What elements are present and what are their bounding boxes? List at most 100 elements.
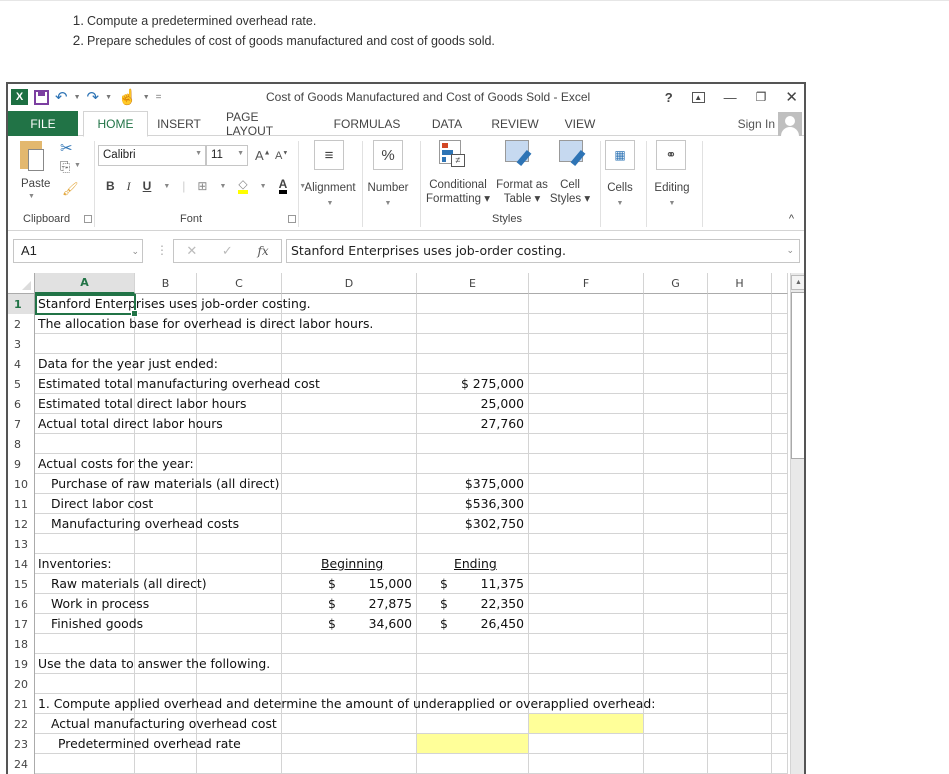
row-header[interactable]: 11	[8, 494, 35, 514]
cell-f5[interactable]	[529, 374, 644, 394]
row-header[interactable]: 15	[8, 574, 35, 594]
save-icon[interactable]	[34, 89, 49, 105]
cell-c11[interactable]	[197, 494, 282, 514]
row-header[interactable]: 22	[8, 714, 35, 734]
cell-d24[interactable]	[282, 754, 417, 774]
select-all-button[interactable]	[8, 273, 35, 294]
cell-x10[interactable]	[772, 474, 788, 494]
row-header[interactable]: 1	[8, 294, 35, 314]
cell-g24[interactable]	[644, 754, 708, 774]
cell-f23[interactable]	[529, 734, 644, 754]
decrease-font-size-icon[interactable]: A▼	[275, 150, 288, 162]
cell-f14[interactable]	[529, 554, 644, 574]
cell-f16[interactable]	[529, 594, 644, 614]
cell-f10[interactable]	[529, 474, 644, 494]
underline-button[interactable]: U	[143, 179, 152, 193]
cell-h23[interactable]	[708, 734, 772, 754]
cell-h21[interactable]	[708, 694, 772, 714]
cell-c16[interactable]	[197, 594, 282, 614]
answer-input-cell[interactable]	[529, 714, 644, 734]
cell-h5[interactable]	[708, 374, 772, 394]
scroll-thumb[interactable]	[791, 292, 804, 459]
copy-dropdown-icon[interactable]: ▼	[74, 162, 81, 169]
cell-a20[interactable]	[35, 674, 135, 694]
cell-e2[interactable]	[417, 314, 529, 334]
cell-h14[interactable]	[708, 554, 772, 574]
scroll-up-icon[interactable]: ▲	[791, 275, 804, 290]
touch-mode-icon[interactable]: ☝	[118, 88, 137, 106]
cell-c3[interactable]	[197, 334, 282, 354]
cell-a3[interactable]	[35, 334, 135, 354]
cell-g4[interactable]	[644, 354, 708, 374]
cell-d20[interactable]	[282, 674, 417, 694]
cell-h24[interactable]	[708, 754, 772, 774]
cell-x9[interactable]	[772, 454, 788, 474]
avatar-icon[interactable]	[778, 111, 802, 136]
cell-x13[interactable]	[772, 534, 788, 554]
cell-h19[interactable]	[708, 654, 772, 674]
cell-x2[interactable]	[772, 314, 788, 334]
cell-x6[interactable]	[772, 394, 788, 414]
cell-f6[interactable]	[529, 394, 644, 414]
alignment-button[interactable]: Alignment ▼	[302, 181, 358, 211]
cell-h12[interactable]	[708, 514, 772, 534]
restore-icon[interactable]: ❐	[756, 90, 767, 104]
formula-bar-grip[interactable]: ⋮	[156, 243, 168, 257]
cell-e9[interactable]	[417, 454, 529, 474]
cell-h4[interactable]	[708, 354, 772, 374]
cell-h11[interactable]	[708, 494, 772, 514]
row-header[interactable]: 5	[8, 374, 35, 394]
touch-dropdown-icon[interactable]: ▼	[143, 94, 150, 101]
underline-dropdown-icon[interactable]: ▼	[163, 183, 170, 190]
tab-home[interactable]: HOME	[83, 111, 148, 137]
cell-e22[interactable]	[417, 714, 529, 734]
cell-h22[interactable]	[708, 714, 772, 734]
number-format-icon[interactable]: %	[373, 140, 403, 170]
cell-c18[interactable]	[197, 634, 282, 654]
cell-g18[interactable]	[644, 634, 708, 654]
cell-x11[interactable]	[772, 494, 788, 514]
cell-d23[interactable]	[282, 734, 417, 754]
cell-x18[interactable]	[772, 634, 788, 654]
cell-f2[interactable]	[529, 314, 644, 334]
row-header[interactable]: 23	[8, 734, 35, 754]
cell-h16[interactable]	[708, 594, 772, 614]
row-header[interactable]: 4	[8, 354, 35, 374]
row-header[interactable]: 6	[8, 394, 35, 414]
cell-x22[interactable]	[772, 714, 788, 734]
increase-font-size-icon[interactable]: A▲	[255, 148, 271, 163]
cell-d22[interactable]	[282, 714, 417, 734]
row-header[interactable]: 17	[8, 614, 35, 634]
column-header-h[interactable]: H	[708, 273, 772, 294]
paste-icon[interactable]	[20, 141, 44, 171]
cell-g20[interactable]	[644, 674, 708, 694]
cell-f1[interactable]	[529, 294, 644, 314]
row-header[interactable]: 18	[8, 634, 35, 654]
paste-button[interactable]: Paste	[21, 178, 50, 190]
cell-g5[interactable]	[644, 374, 708, 394]
cell-a13[interactable]	[35, 534, 135, 554]
cell-d18[interactable]	[282, 634, 417, 654]
answer-input-cell[interactable]	[417, 734, 529, 754]
column-header-e[interactable]: E	[417, 273, 529, 294]
row-header[interactable]: 9	[8, 454, 35, 474]
name-box[interactable]: A1 ⌄	[13, 239, 143, 263]
cell-c13[interactable]	[197, 534, 282, 554]
cell-d12[interactable]	[282, 514, 417, 534]
close-icon[interactable]: ✕	[785, 88, 798, 106]
cell-h18[interactable]	[708, 634, 772, 654]
cell-a18[interactable]	[35, 634, 135, 654]
font-size-select[interactable]: 11 ▼	[206, 145, 248, 166]
tab-insert[interactable]: INSERT	[154, 111, 204, 136]
cell-x17[interactable]	[772, 614, 788, 634]
conditional-formatting-icon[interactable]: ≠	[439, 140, 469, 170]
customize-qat-icon[interactable]: =	[156, 92, 162, 103]
formula-input[interactable]: Stanford Enterprises uses job-order cost…	[286, 239, 800, 263]
undo-dropdown-icon[interactable]: ▼	[74, 94, 81, 101]
borders-icon[interactable]: ⊞	[197, 179, 207, 193]
redo-dropdown-icon[interactable]: ▼	[105, 94, 112, 101]
format-painter-icon[interactable]: 🖌	[62, 181, 79, 197]
row-header[interactable]: 16	[8, 594, 35, 614]
alignment-icon[interactable]: ≡	[314, 140, 344, 170]
cell-a24[interactable]	[35, 754, 135, 774]
